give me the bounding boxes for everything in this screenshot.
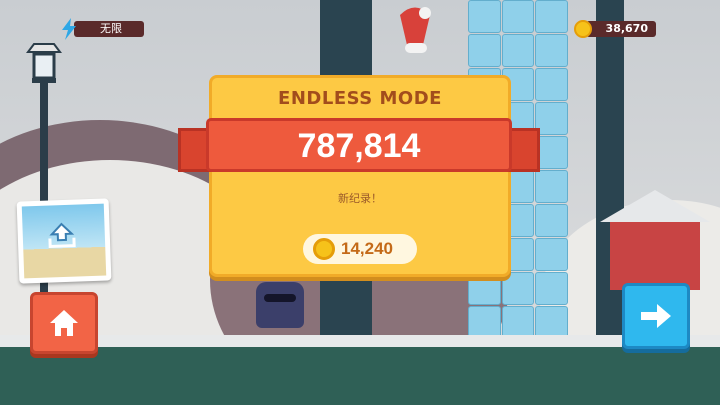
coin-icon (313, 238, 335, 260)
panel-title: ENDLESS MODE (278, 88, 442, 109)
lightning-bolt-icon (62, 18, 76, 40)
ground (0, 335, 720, 405)
home-icon (50, 310, 78, 336)
arrow-right-icon (641, 304, 671, 328)
next-button[interactable] (622, 283, 690, 349)
final-score: 787,814 (297, 127, 421, 165)
street-lamp-icon (26, 43, 62, 83)
coin-reward: 14,240 (303, 234, 417, 264)
energy-label: 无限 (74, 21, 144, 37)
santa-hat-icon (400, 7, 431, 53)
coin-total: 38,670 (586, 21, 656, 37)
player-character (256, 282, 304, 328)
coin-icon (574, 20, 592, 38)
coin-reward-amount: 14,240 (341, 239, 393, 258)
share-screenshot-button[interactable] (16, 198, 112, 284)
snowy-house (600, 190, 710, 290)
upload-icon (48, 222, 76, 249)
energy-indicator: 无限 (60, 18, 144, 40)
home-button[interactable] (30, 292, 98, 354)
score-ribbon: 787,814 (178, 118, 540, 176)
ribbon-body: 787,814 (206, 118, 512, 172)
new-record-label: 新纪录！ (338, 192, 382, 205)
coin-counter: 38,670 (574, 20, 656, 38)
